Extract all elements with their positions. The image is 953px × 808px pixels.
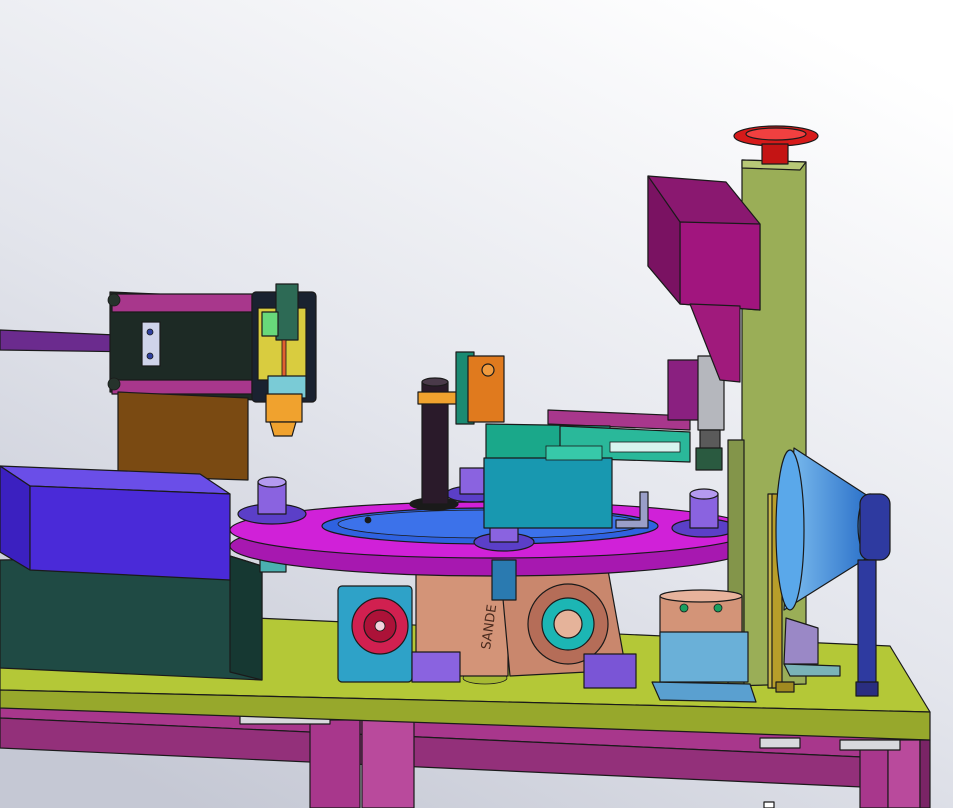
clamp-station — [651, 589, 757, 703]
frame-tag — [763, 801, 775, 808]
cad-canvas: SANDE — [0, 0, 953, 808]
actuator-mount-bracket — [107, 291, 256, 401]
cad-assembly-view: SANDE — [0, 0, 953, 808]
brown-support-post — [117, 391, 249, 481]
